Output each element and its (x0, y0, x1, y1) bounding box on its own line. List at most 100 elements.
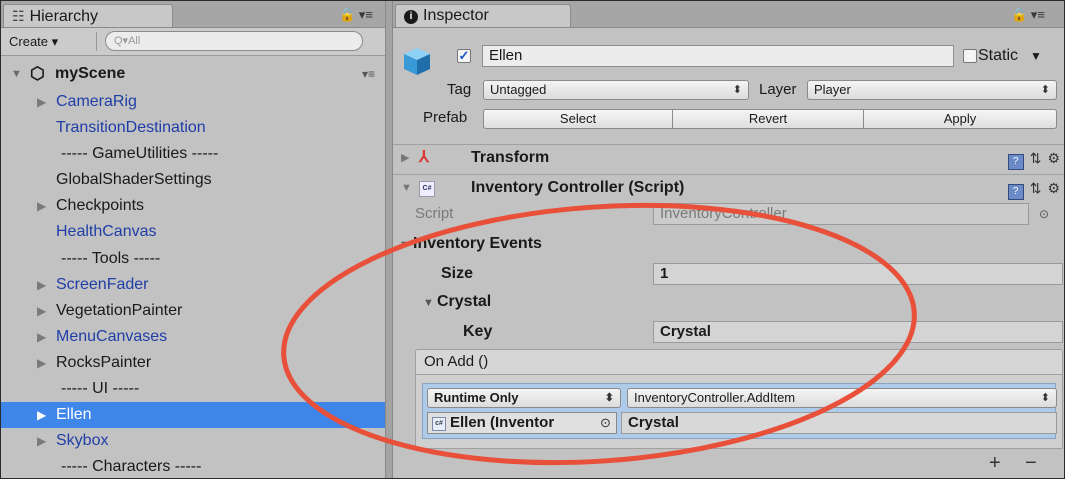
runtime-value: Runtime Only (434, 390, 519, 405)
hierarchy-item[interactable]: ----- Characters ----- (1, 454, 385, 478)
hierarchy-item[interactable]: GlobalShaderSettings (1, 167, 385, 193)
script-label: Script (415, 205, 454, 222)
key-field[interactable]: Crystal (653, 321, 1063, 343)
hierarchy-toolbar: Create ▾ Q▾All (1, 28, 385, 56)
target-object-field[interactable]: c# Ellen (Inventor (427, 412, 617, 434)
hierarchy-item[interactable]: ▶ Checkpoints (1, 193, 385, 219)
lock-menu-icon[interactable]: 🔒 ▾≡ (1011, 7, 1045, 23)
expand-arrow-icon[interactable]: ▶ (37, 193, 46, 219)
hierarchy-item-label: ----- UI ----- (61, 380, 140, 398)
panel-divider[interactable] (385, 1, 393, 478)
expand-arrow-icon[interactable]: ▶ (37, 272, 46, 298)
expand-arrow-icon[interactable]: ▶ (37, 89, 46, 115)
hierarchy-item[interactable]: ▶ ScreenFader (1, 272, 385, 298)
hierarchy-item-label: MenuCanvases (56, 327, 168, 345)
tag-value: Untagged (490, 82, 547, 97)
on-add-body: Runtime Only ⬍ InventoryController.AddIte… (415, 375, 1063, 449)
add-listener-button[interactable]: + (989, 453, 1001, 473)
expand-arrow-icon[interactable]: ▼ (11, 61, 22, 87)
expand-arrow-icon[interactable]: ▶ (37, 350, 46, 376)
hierarchy-item[interactable]: ----- Tools ----- (1, 246, 385, 272)
gear-icon[interactable]: ⚙ (1047, 150, 1060, 166)
prefab-apply-button[interactable]: Apply (863, 109, 1057, 129)
object-picker-icon[interactable]: ⊙ (600, 415, 611, 431)
hierarchy-item[interactable]: HealthCanvas (1, 219, 385, 245)
prefab-label: Prefab (423, 109, 468, 126)
expand-arrow-icon[interactable]: ▶ (37, 324, 46, 350)
inspector-tabbar: i Inspector 🔒 ▾≡ (393, 1, 1064, 28)
static-label: Static (978, 47, 1019, 64)
hierarchy-item[interactable]: ▶ MenuCanvases (1, 324, 385, 350)
transform-component-header[interactable]: ▶ ⅄ Transform ? ⇅ ⚙ (393, 144, 1064, 171)
preset-icon[interactable]: ⇅ (1030, 180, 1042, 196)
info-icon: i (404, 10, 418, 24)
hierarchy-item[interactable]: ▶ Skybox (1, 428, 385, 454)
active-checkbox[interactable]: ✓ (457, 49, 471, 63)
expand-arrow-icon[interactable]: ▶ (37, 298, 46, 324)
hierarchy-item[interactable]: ▶ CameraRig (1, 89, 385, 115)
object-picker-icon[interactable]: ⊙ (1039, 203, 1049, 225)
updown-icon: ⬍ (732, 84, 742, 96)
hierarchy-item[interactable]: ▶ Ellen (1, 402, 385, 429)
expand-arrow-icon[interactable]: ▼ (401, 175, 412, 201)
static-checkbox[interactable] (963, 49, 977, 63)
tab-inspector[interactable]: i Inspector (395, 4, 571, 27)
hierarchy-item-label: ScreenFader (56, 275, 149, 293)
hierarchy-item[interactable]: ----- UI ----- (1, 376, 385, 402)
updown-icon: ⬍ (604, 392, 614, 404)
hierarchy-search-input[interactable]: Q▾All (105, 31, 363, 51)
object-name-field[interactable]: Ellen (482, 45, 954, 67)
help-icon[interactable]: ? (1007, 154, 1024, 170)
size-field[interactable]: 1 (653, 263, 1063, 285)
hierarchy-item-label: ----- Characters ----- (61, 458, 202, 476)
help-icon[interactable]: ? (1007, 184, 1024, 200)
lock-menu-icon[interactable]: 🔒 ▾≡ (339, 7, 373, 23)
on-add-header: On Add () (415, 349, 1063, 375)
static-dropdown-icon[interactable]: ▼ (1030, 45, 1042, 67)
scene-header[interactable]: ▼ ⬡ myScene ▾≡ (1, 61, 385, 87)
hierarchy-item[interactable]: ▶ VegetationPainter (1, 298, 385, 324)
create-dropdown[interactable]: Create ▾ (5, 32, 97, 51)
runtime-dropdown[interactable]: Runtime Only ⬍ (427, 388, 621, 408)
layer-value: Player (814, 82, 851, 97)
inspector-panel: i Inspector 🔒 ▾≡ ✓ Ellen Static ▼ Tag Unt… (393, 1, 1064, 478)
hierarchy-item-label: CameraRig (56, 93, 137, 110)
gameobject-cube-icon (404, 48, 430, 75)
argument-field[interactable]: Crystal (621, 412, 1057, 434)
key-label: Key (463, 323, 493, 340)
preset-icon[interactable]: ⇅ (1030, 150, 1042, 166)
hierarchy-item-label: HealthCanvas (56, 223, 157, 241)
remove-listener-button[interactable]: − (1025, 453, 1037, 473)
hierarchy-item[interactable]: ▶ RocksPainter (1, 350, 385, 376)
prefab-select-button[interactable]: Select (483, 109, 673, 129)
expand-arrow-icon[interactable]: ▶ (37, 402, 46, 428)
expand-arrow-icon[interactable]: ▶ (37, 428, 46, 454)
collapse-arrow-icon[interactable]: ▶ (401, 145, 409, 171)
on-add-event-box: On Add () Runtime Only ⬍ InventoryControl… (415, 349, 1063, 451)
script-file-icon: c# (432, 417, 446, 431)
hierarchy-item-label: GlobalShaderSettings (56, 171, 212, 189)
component-controls[interactable]: ? ⇅ ⚙ (1007, 145, 1060, 171)
expand-arrow-icon[interactable]: ▼ (423, 292, 434, 314)
function-dropdown[interactable]: InventoryController.AddItem ⬍ (627, 388, 1057, 408)
layer-dropdown[interactable]: Player ⬍ (807, 80, 1057, 100)
hierarchy-item-label: ----- GameUtilities ----- (61, 145, 219, 163)
transform-axes-icon: ⅄ (419, 149, 429, 166)
crystal-element-label: Crystal (437, 293, 492, 310)
event-listener-row[interactable]: Runtime Only ⬍ InventoryController.AddIte… (422, 383, 1057, 439)
scene-menu-icon[interactable]: ▾≡ (362, 61, 375, 87)
function-value: InventoryController.AddItem (634, 390, 796, 405)
tag-dropdown[interactable]: Untagged ⬍ (483, 80, 749, 100)
component-controls[interactable]: ? ⇅ ⚙ (1007, 175, 1060, 201)
expand-arrow-icon[interactable]: ▼ (399, 234, 410, 256)
hierarchy-item[interactable]: ----- GameUtilities ----- (1, 141, 385, 167)
prefab-revert-button[interactable]: Revert (672, 109, 864, 129)
tab-hierarchy[interactable]: ☷ Hierarchy (3, 4, 173, 27)
unity-editor-window: ☷ Hierarchy 🔒 ▾≡ Create ▾ Q▾All ▼ ⬡ mySce… (0, 0, 1065, 479)
updown-icon: ⬍ (1040, 392, 1050, 404)
script-component-title: Inventory Controller (Script) (471, 179, 685, 196)
script-component-header[interactable]: ▼ C# Inventory Controller (Script) ? ⇅ ⚙ (393, 174, 1064, 201)
hierarchy-item-label: Skybox (56, 432, 109, 450)
hierarchy-item[interactable]: TransitionDestination (1, 115, 385, 141)
gear-icon[interactable]: ⚙ (1047, 180, 1060, 196)
